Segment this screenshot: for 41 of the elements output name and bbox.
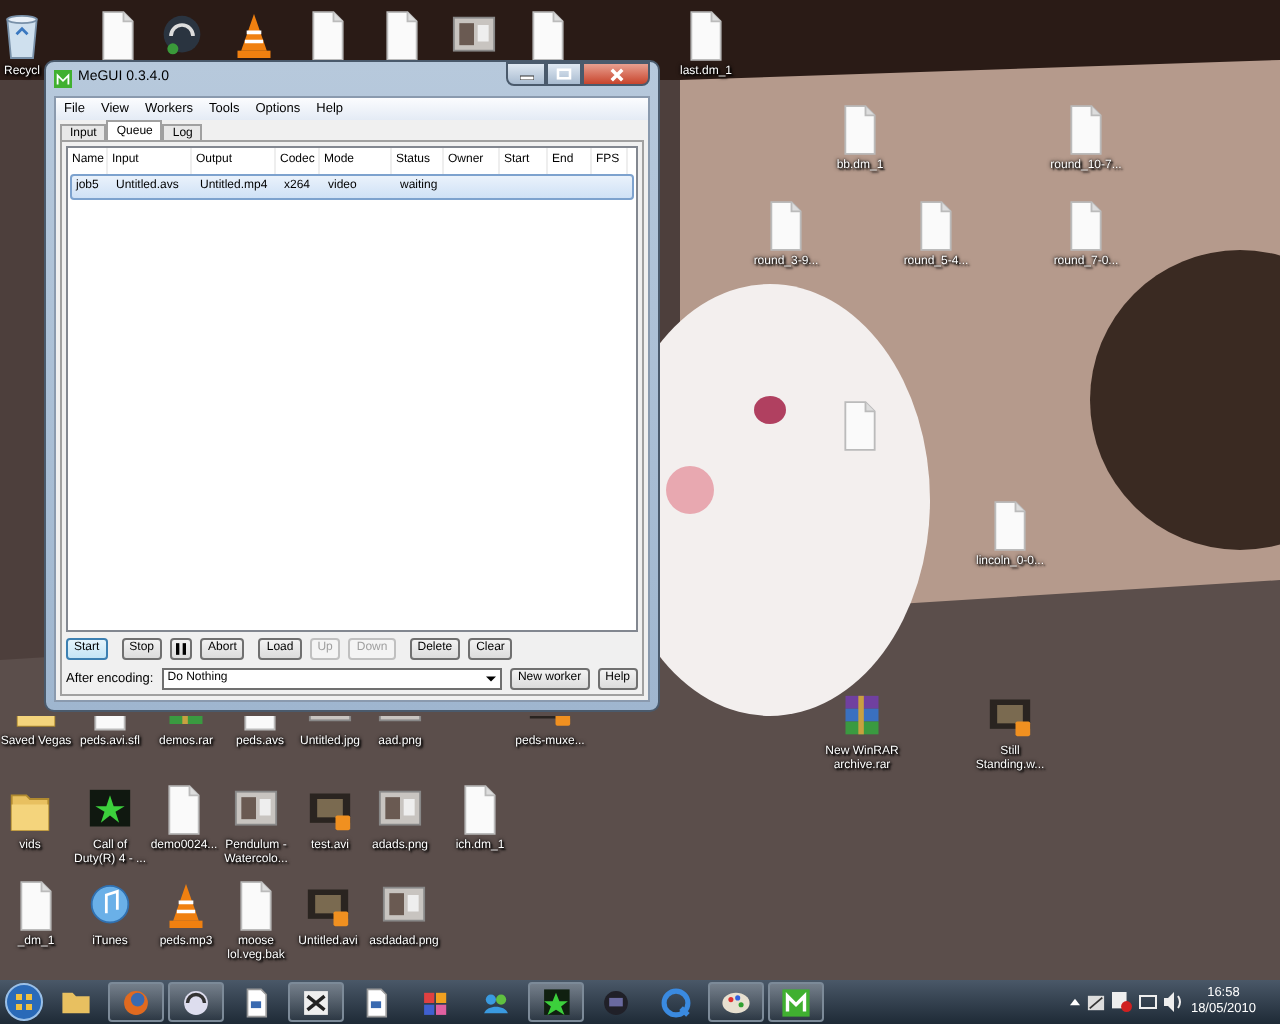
taskbar-button[interactable] bbox=[528, 982, 584, 1022]
pause-button[interactable] bbox=[170, 638, 193, 660]
maximize-button[interactable] bbox=[546, 62, 582, 86]
file-icon[interactable] bbox=[306, 10, 350, 62]
file-icon[interactable] bbox=[88, 716, 132, 732]
media-icon bbox=[600, 985, 632, 1019]
headset-icon bbox=[180, 985, 212, 1019]
minimize-button[interactable] bbox=[506, 62, 546, 86]
file-icon[interactable] bbox=[684, 10, 728, 62]
start-button[interactable] bbox=[4, 982, 44, 1022]
display-icon[interactable] bbox=[1138, 992, 1159, 1012]
file-icon[interactable] bbox=[238, 716, 282, 732]
pause-icon bbox=[176, 642, 187, 656]
file-icon[interactable] bbox=[96, 10, 140, 62]
file-icon[interactable] bbox=[380, 10, 424, 62]
tray-expand-icon[interactable] bbox=[1070, 998, 1081, 1006]
taskbar-button[interactable] bbox=[768, 982, 824, 1022]
file-icon[interactable] bbox=[162, 784, 206, 836]
dropdown-arrow-icon bbox=[485, 676, 496, 682]
q-circle-icon bbox=[660, 985, 692, 1019]
close-icon bbox=[609, 67, 623, 81]
file-icon[interactable] bbox=[14, 880, 58, 932]
star-game-icon bbox=[540, 985, 572, 1019]
taskbar-button[interactable] bbox=[168, 982, 224, 1022]
globe-icon bbox=[120, 985, 152, 1019]
traffic-cone-icon[interactable] bbox=[164, 880, 208, 932]
taskbar-button[interactable] bbox=[708, 982, 764, 1022]
taskbar-button[interactable] bbox=[288, 982, 344, 1022]
file-icon[interactable] bbox=[234, 880, 278, 932]
flag-icon[interactable] bbox=[1112, 992, 1133, 1012]
recycle-bin-icon[interactable] bbox=[0, 10, 44, 62]
traffic-cone-icon[interactable] bbox=[232, 10, 276, 62]
file-icon[interactable] bbox=[458, 784, 502, 836]
file-icon[interactable] bbox=[526, 10, 570, 62]
app-logo-icon bbox=[54, 70, 72, 88]
app-logo-icon bbox=[780, 985, 812, 1019]
maximize-icon bbox=[556, 68, 572, 80]
close-button[interactable] bbox=[582, 62, 650, 86]
cross-arrows-icon bbox=[300, 985, 332, 1019]
network-icon[interactable] bbox=[1086, 993, 1107, 1011]
speaker-icon[interactable] bbox=[1164, 992, 1185, 1012]
